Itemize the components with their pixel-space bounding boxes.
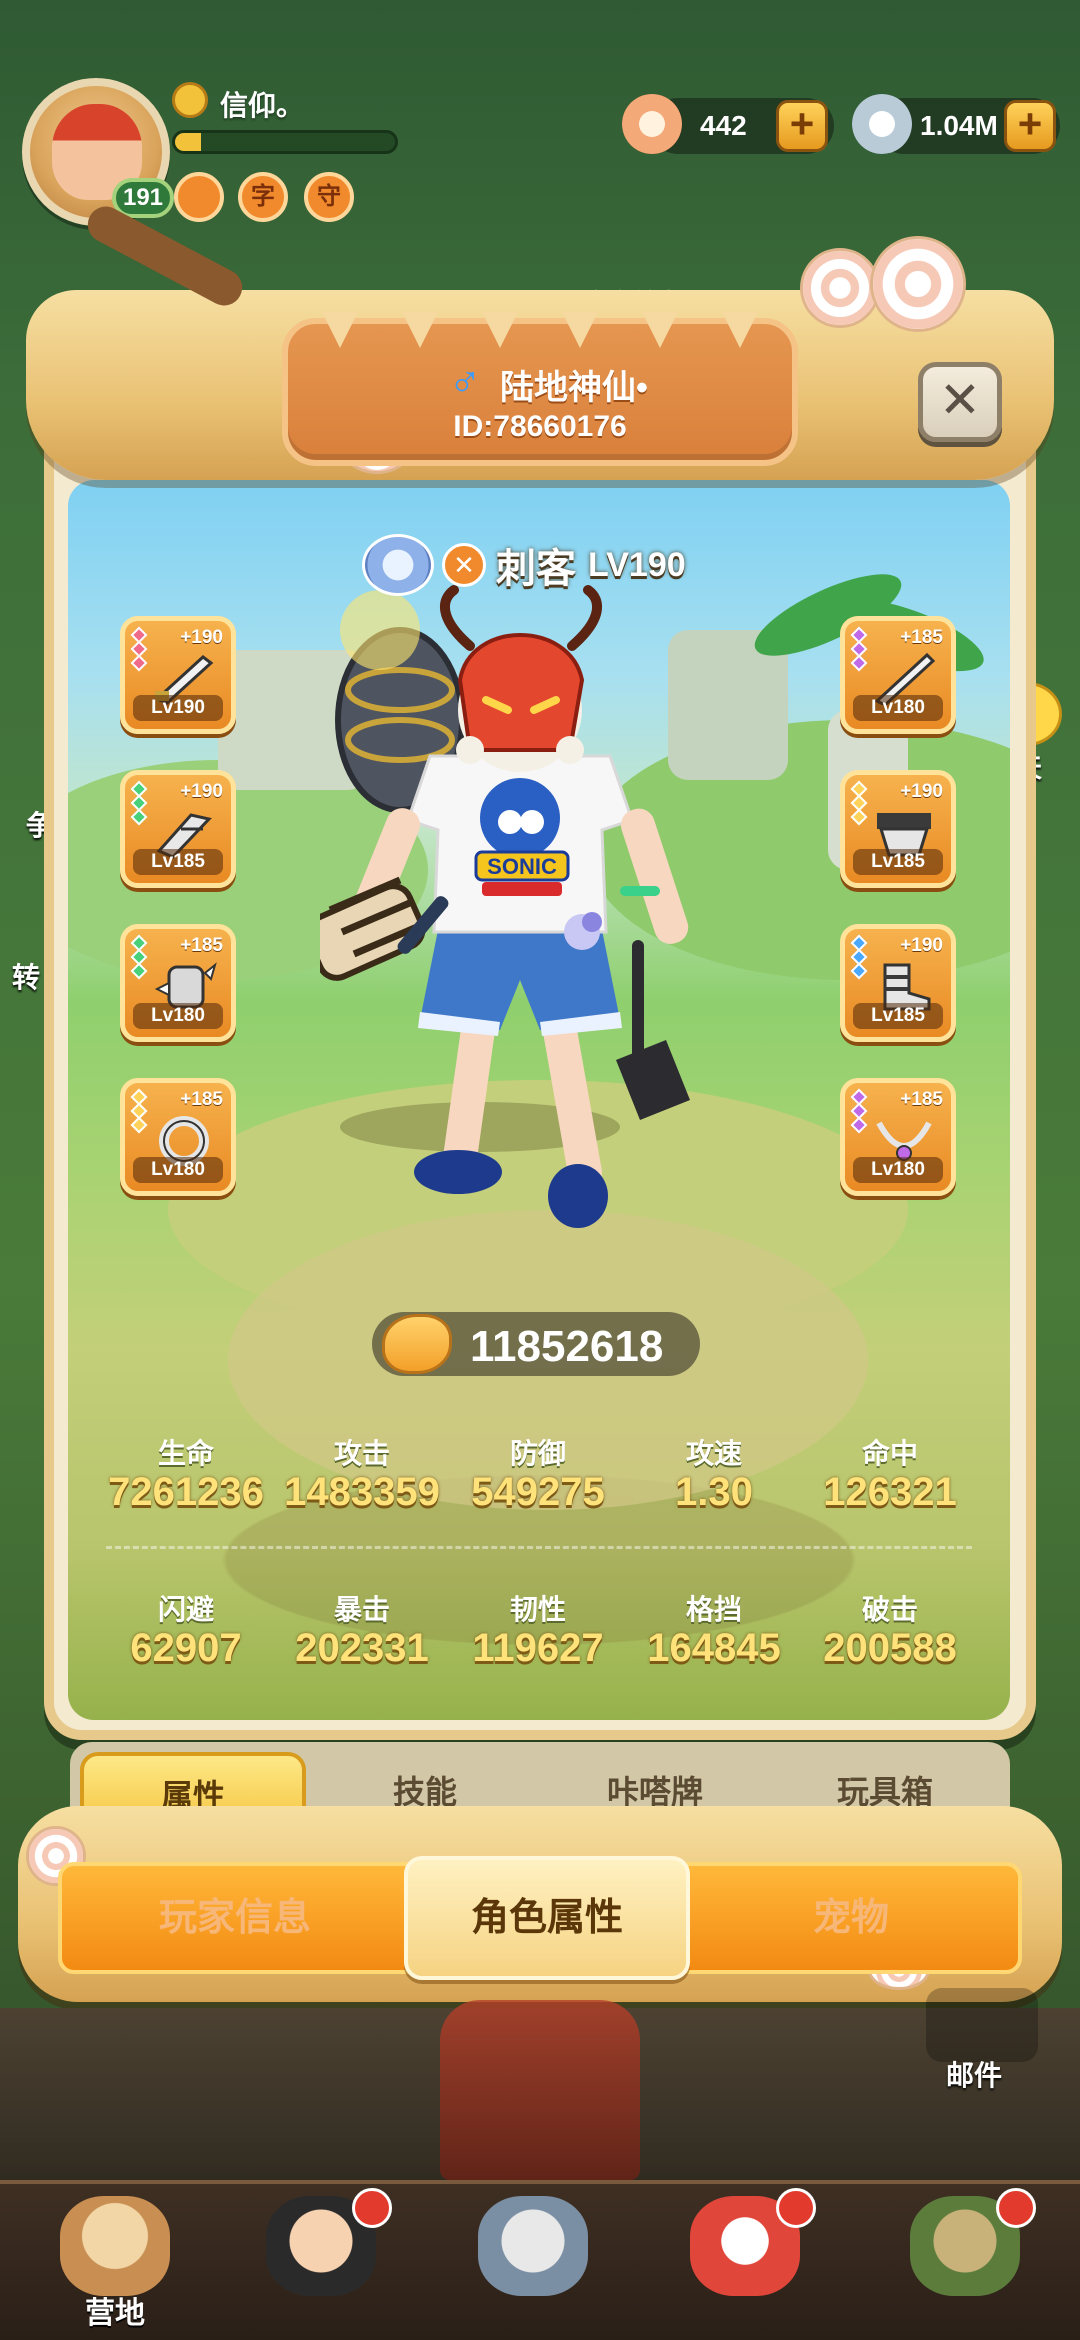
swirl-candy-icon <box>800 248 880 328</box>
equip-plus: +185 <box>900 627 943 648</box>
stat-value-accuracy: 126321 <box>823 1470 957 1514</box>
tab-character-attributes[interactable]: 角色属性 <box>404 1856 690 1980</box>
close-button[interactable]: ✕ <box>918 362 1002 442</box>
nav-pet[interactable] <box>660 2188 830 2338</box>
gem-dots <box>850 934 868 980</box>
buff-badge-3[interactable]: 守 <box>304 172 354 222</box>
camp-icon <box>60 2196 170 2296</box>
stat-value-dodge: 62907 <box>130 1626 242 1670</box>
assassin-class-icon: ✕ <box>442 543 486 587</box>
stat-value-attack-speed: 1.30 <box>675 1470 753 1514</box>
equip-level: Lv190 <box>133 695 223 721</box>
stats-divider <box>106 1546 972 1549</box>
stat-label-crit: 暴击 <box>333 1594 390 1625</box>
class-line: ✕ 刺客 LV190 <box>362 534 686 596</box>
equip-level: Lv185 <box>133 849 223 875</box>
stat-label-defense: 防御 <box>509 1438 566 1469</box>
equip-plus: +190 <box>180 781 223 802</box>
faith-label: 信仰。 <box>220 90 305 121</box>
equip-level: Lv180 <box>853 1157 943 1183</box>
equip-slot-gauntlet[interactable]: +185 Lv180 <box>120 924 236 1042</box>
stat-value-hp: 7261236 <box>108 1470 264 1514</box>
gem-dots <box>130 934 148 980</box>
nav-camp-label: 营地 <box>85 2297 145 2330</box>
totem-decoration <box>440 2000 640 2180</box>
stat-label-block: 格挡 <box>685 1594 742 1625</box>
shell-count: 442 <box>700 110 747 141</box>
equip-level: Lv180 <box>853 695 943 721</box>
add-shell-button[interactable]: + <box>776 100 828 152</box>
equip-slot-spear[interactable]: +185 Lv180 <box>840 616 956 734</box>
faith-progress-bar <box>172 130 398 154</box>
nav-tribe[interactable] <box>880 2188 1050 2338</box>
buff-badge-2[interactable]: 字 <box>238 172 288 222</box>
equip-level: Lv180 <box>133 1003 223 1029</box>
player-name: 陆地神仙• <box>500 369 648 407</box>
shell-icon <box>622 94 682 154</box>
clam-icon <box>852 94 912 154</box>
equip-plus: +190 <box>900 781 943 802</box>
stat-value-pierce: 200588 <box>823 1626 957 1670</box>
equip-plus: +190 <box>180 627 223 648</box>
equip-slot-ring[interactable]: +185 Lv180 <box>120 1078 236 1196</box>
stat-label-accuracy: 命中 <box>861 1438 918 1469</box>
nav-equipment[interactable] <box>448 2188 618 2338</box>
stat-value-toughness: 119627 <box>472 1626 604 1670</box>
equip-level: Lv185 <box>853 849 943 875</box>
combat-power-value: 11852618 <box>470 1322 664 1371</box>
stat-label-attack: 攻击 <box>333 1438 390 1469</box>
equip-slot-boots[interactable]: +190 Lv185 <box>840 924 956 1042</box>
stat-value-attack: 1483359 <box>284 1470 440 1514</box>
equip-slot-necklace[interactable]: +185 Lv180 <box>840 1078 956 1196</box>
equip-slot-offhand[interactable]: +190 Lv185 <box>120 770 236 888</box>
side-menu-label-2[interactable]: 转 <box>12 956 40 996</box>
mail-label[interactable]: 邮件 <box>946 2054 1002 2094</box>
character-model[interactable]: SONIC <box>320 560 720 1240</box>
equip-plus: +185 <box>180 1089 223 1110</box>
gem-dots <box>850 626 868 672</box>
tab-player-info[interactable]: 玩家信息 <box>80 1862 390 1974</box>
nav-camp[interactable]: 营地 <box>30 2188 200 2338</box>
gem-dots <box>850 1088 868 1134</box>
stat-label-toughness: 韧性 <box>509 1594 566 1625</box>
buff-badge-1[interactable] <box>174 172 224 222</box>
mail-icon[interactable] <box>926 1988 1038 2062</box>
male-gender-icon: ♂ <box>448 356 482 405</box>
equip-plus: +185 <box>180 935 223 956</box>
swirl-candy-icon <box>870 236 966 332</box>
gem-dots <box>130 626 148 672</box>
gem-dots <box>130 780 148 826</box>
faith-progress-fill <box>175 133 202 151</box>
gem-dots <box>850 780 868 826</box>
clam-count: 1.04M <box>920 110 998 141</box>
equip-slot-weapon[interactable]: +190 Lv190 <box>120 616 236 734</box>
stat-label-dodge: 闪避 <box>157 1594 214 1625</box>
add-clam-button[interactable]: + <box>1004 100 1056 152</box>
shirt-logo-text: SONIC <box>487 854 557 879</box>
notification-badge <box>776 2188 816 2228</box>
nav-hero[interactable] <box>236 2188 406 2338</box>
rank-icon[interactable] <box>362 534 434 596</box>
stat-value-block: 164845 <box>647 1626 781 1670</box>
class-level: LV190 <box>588 545 686 584</box>
stat-label-pierce: 破击 <box>861 1594 918 1625</box>
equip-slot-belt[interactable]: +190 Lv185 <box>840 770 956 888</box>
equip-plus: +185 <box>900 1089 943 1110</box>
equip-plus: +190 <box>900 935 943 956</box>
equipment-icon <box>478 2196 588 2296</box>
plate-teeth-decoration <box>300 312 780 352</box>
gem-dots <box>130 1088 148 1134</box>
tab-pets[interactable]: 宠物 <box>706 1862 996 1974</box>
stat-label-attack-speed: 攻速 <box>685 1438 742 1469</box>
notification-badge <box>352 2188 392 2228</box>
faith-icon <box>172 82 208 118</box>
class-name: 刺客 <box>496 547 576 591</box>
equip-level: Lv185 <box>853 1003 943 1029</box>
stat-value-crit: 202331 <box>295 1626 429 1670</box>
muscle-power-icon <box>382 1314 452 1374</box>
stat-label-hp: 生命 <box>157 1438 214 1469</box>
equip-level: Lv180 <box>133 1157 223 1183</box>
notification-badge <box>996 2188 1036 2228</box>
stat-value-defense: 549275 <box>471 1470 605 1514</box>
